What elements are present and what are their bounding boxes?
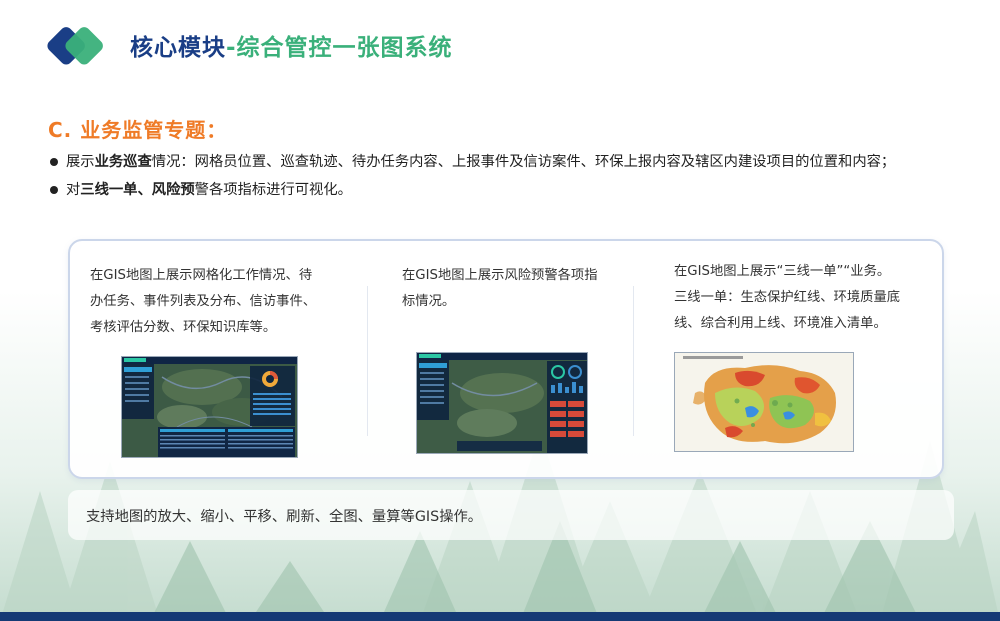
grid-dashboard-thumbnail	[121, 356, 298, 458]
footer-note-box: 支持地图的放大、缩小、平移、刷新、全图、量算等GIS操作。	[68, 490, 954, 540]
footer-note: 支持地图的放大、缩小、平移、刷新、全图、量算等GIS操作。	[86, 509, 483, 525]
title-part-main: 核心模块	[130, 35, 226, 61]
bullet-text: 情况：网格员位置、巡查轨迹、待办任务内容、上报事件及信访案件、环保上报内容及辖区…	[151, 154, 896, 170]
section-heading: C. 业务监管专题：	[48, 118, 228, 142]
bullet-text: 警各项指标进行可视化。	[194, 182, 352, 198]
bullet-bold: 业务巡查	[94, 154, 152, 170]
page-title: 核心模块-综合管控一张图系统	[130, 28, 453, 62]
bullet-dot-icon	[50, 186, 58, 194]
feature-panel: 在GIS地图上展示网格化工作情况、待 办任务、事件列表及分布、信访事件、 考核评…	[68, 239, 944, 479]
text-line: 标情况。	[402, 294, 456, 309]
text-line: 三线一单：生态保护红线、环境质量底	[674, 290, 901, 305]
bullet-text: 对	[66, 182, 81, 198]
column-description-3: 在GIS地图上展示“三线一单”“业务。 三线一单：生态保护红线、环境质量底 线、…	[674, 259, 936, 337]
text-line: 在GIS地图上展示风险预警各项指	[402, 268, 598, 283]
column-description-2: 在GIS地图上展示风险预警各项指 标情况。	[402, 263, 632, 315]
logo-icon	[47, 27, 103, 65]
bullet-item: 对三线一单、风险预 警各项指标进行可视化。	[50, 176, 895, 204]
column-divider	[633, 286, 634, 436]
text-line: 办任务、事件列表及分布、信访事件、	[90, 294, 317, 309]
bullet-dot-icon	[50, 158, 58, 166]
title-part-sub: -综合管控一张图系统	[226, 35, 453, 61]
column-divider	[367, 286, 368, 436]
column-description-1: 在GIS地图上展示网格化工作情况、待 办任务、事件列表及分布、信访事件、 考核评…	[90, 263, 350, 341]
bullet-list: 展示 业务巡查 情况：网格员位置、巡查轨迹、待办任务内容、上报事件及信访案件、环保上…	[50, 148, 895, 204]
bottom-bar	[0, 612, 1000, 621]
three-lines-map-thumbnail	[674, 352, 854, 452]
risk-warning-thumbnail	[416, 352, 588, 454]
bullet-bold: 三线一单、风险预	[80, 182, 195, 198]
bullet-text: 展示	[66, 154, 95, 170]
text-line: 线、综合利用上线、环境准入清单。	[674, 316, 887, 331]
text-line: 在GIS地图上展示“三线一单”“业务。	[674, 264, 891, 279]
text-line: 在GIS地图上展示网格化工作情况、待	[90, 268, 313, 283]
bullet-item: 展示 业务巡查 情况：网格员位置、巡查轨迹、待办任务内容、上报事件及信访案件、环保上…	[50, 148, 895, 176]
text-line: 考核评估分数、环保知识库等。	[90, 320, 277, 335]
